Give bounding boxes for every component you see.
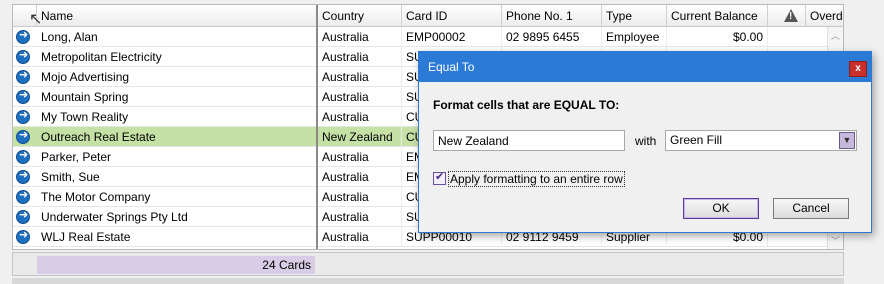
- cell-name[interactable]: Mountain Spring: [37, 87, 317, 107]
- warning-icon: [784, 9, 798, 22]
- cell-phone[interactable]: 02 9895 6455: [502, 27, 602, 47]
- detail-arrow-icon[interactable]: [16, 68, 30, 84]
- detail-arrow-icon[interactable]: [16, 28, 30, 44]
- grid-header: Name Country Card ID Phone No. 1 Type Cu…: [13, 5, 843, 28]
- cell-country[interactable]: Australia: [318, 67, 402, 87]
- cell-name[interactable]: The Motor Company: [37, 187, 317, 207]
- cell-type[interactable]: Employee: [602, 27, 667, 47]
- mouse-cursor-icon: ↖: [29, 9, 43, 28]
- dialog-heading: Format cells that are EQUAL TO:: [433, 98, 620, 112]
- frozen-column-divider: [316, 5, 318, 249]
- detail-arrow-icon[interactable]: [16, 128, 30, 144]
- close-button[interactable]: x: [849, 61, 867, 77]
- cell-country[interactable]: Australia: [318, 47, 402, 67]
- cell-country[interactable]: Australia: [318, 27, 402, 47]
- cell-country[interactable]: Australia: [318, 207, 402, 227]
- dialog-titlebar[interactable]: Equal To: [419, 52, 871, 82]
- horizontal-scrollbar[interactable]: [12, 278, 844, 284]
- scroll-up-icon[interactable]: ︿: [831, 29, 840, 42]
- format-select-value: Green Fill: [670, 133, 723, 147]
- ok-button[interactable]: OK: [683, 198, 759, 219]
- cell-name[interactable]: Metropolitan Electricity: [37, 47, 317, 67]
- cell-name[interactable]: Underwater Springs Pty Ltd: [37, 207, 317, 227]
- cancel-button[interactable]: Cancel: [773, 198, 849, 219]
- header-card-id[interactable]: Card ID: [402, 5, 502, 27]
- detail-arrow-icon[interactable]: [16, 228, 30, 244]
- scroll-down-icon[interactable]: ﹀: [831, 234, 840, 247]
- cell-current-balance[interactable]: $0.00: [667, 27, 768, 47]
- detail-arrow-icon[interactable]: [16, 208, 30, 224]
- cell-name[interactable]: Parker, Peter: [37, 147, 317, 167]
- header-country[interactable]: Country: [318, 5, 402, 27]
- detail-arrow-icon[interactable]: [16, 168, 30, 184]
- card-count: 24 Cards: [37, 256, 315, 274]
- cell-country[interactable]: Australia: [318, 167, 402, 187]
- detail-arrow-icon[interactable]: [16, 48, 30, 64]
- cell-country[interactable]: Australia: [318, 107, 402, 127]
- equal-to-dialog: Equal To x Format cells that are EQUAL T…: [418, 51, 872, 233]
- with-label: with: [635, 134, 657, 148]
- checkbox-checked-icon[interactable]: [433, 170, 446, 185]
- cell-name[interactable]: Mojo Advertising: [37, 67, 317, 87]
- chevron-down-icon[interactable]: ▼: [839, 132, 855, 149]
- cell-country[interactable]: Australia: [318, 227, 402, 247]
- cell-name[interactable]: My Town Reality: [37, 107, 317, 127]
- cell-name[interactable]: Long, Alan: [37, 27, 317, 47]
- cell-card-id[interactable]: EMP00002: [402, 27, 502, 47]
- cell-name[interactable]: Outreach Real Estate: [37, 127, 317, 147]
- entire-row-checkbox-label: Apply formatting to an entire row: [448, 171, 625, 187]
- equal-to-value-input[interactable]: [433, 130, 625, 151]
- cell-country[interactable]: Australia: [318, 187, 402, 207]
- dialog-title: Equal To: [428, 60, 475, 74]
- detail-arrow-icon[interactable]: [16, 108, 30, 124]
- entire-row-checkbox[interactable]: Apply formatting to an entire row: [433, 170, 625, 187]
- cell-country[interactable]: Australia: [318, 147, 402, 167]
- cell-country[interactable]: New Zealand: [318, 127, 402, 147]
- detail-arrow-icon[interactable]: [16, 188, 30, 204]
- cell-country[interactable]: Australia: [318, 87, 402, 107]
- cell-name[interactable]: Smith, Sue: [37, 167, 317, 187]
- header-name[interactable]: Name: [37, 5, 317, 27]
- header-overdue[interactable]: Overdue: [806, 5, 843, 27]
- table-row[interactable]: Long, AlanAustraliaEMP0000202 9895 6455E…: [13, 27, 843, 47]
- grid-footer: 24 Cards: [12, 252, 844, 276]
- format-select[interactable]: Green Fill ▼: [665, 130, 857, 151]
- header-type[interactable]: Type: [602, 5, 667, 27]
- detail-arrow-icon[interactable]: [16, 88, 30, 104]
- header-current-balance[interactable]: Current Balance: [667, 5, 768, 27]
- cell-name[interactable]: WLJ Real Estate: [37, 227, 317, 247]
- detail-arrow-icon[interactable]: [16, 148, 30, 164]
- header-phone[interactable]: Phone No. 1: [502, 5, 602, 27]
